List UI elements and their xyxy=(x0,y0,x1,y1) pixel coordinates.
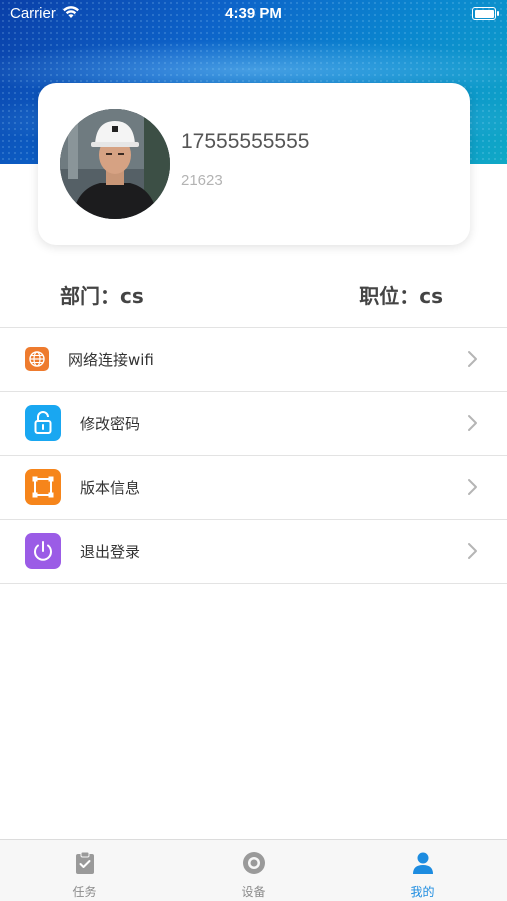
menu-label-logout: 退出登录 xyxy=(80,543,141,561)
power-icon xyxy=(25,533,61,569)
profile-card[interactable]: 17555555555 21623 xyxy=(38,83,470,245)
crop-frame-icon xyxy=(25,469,61,505)
menu-item-logout[interactable]: 退出登录 xyxy=(0,520,507,584)
menu-label-change-password: 修改密码 xyxy=(80,415,141,433)
globe-icon xyxy=(25,347,49,371)
user-phone: 17555555555 xyxy=(181,130,310,153)
tab-bar: 任务 设备 我的 xyxy=(0,839,507,901)
status-bar: Carrier 4:39 PM xyxy=(0,0,507,28)
device-icon xyxy=(243,852,265,874)
menu-item-change-password[interactable]: 修改密码 xyxy=(0,392,507,456)
chevron-right-icon xyxy=(468,543,477,559)
person-icon xyxy=(413,852,433,874)
user-id: 21623 xyxy=(181,172,223,189)
menu-item-wifi[interactable]: 网络连接wifi xyxy=(0,328,507,392)
chevron-right-icon xyxy=(468,351,477,367)
department-label: 部门：cs xyxy=(60,284,144,308)
tab-tasks[interactable]: 任务 xyxy=(0,840,169,901)
user-info-row: 部门：cs 职位：cs xyxy=(0,280,507,310)
battery-icon xyxy=(472,7,499,20)
settings-menu: 网络连接wifi 修改密码 版本信息 退出登录 xyxy=(0,327,507,584)
tab-mine[interactable]: 我的 xyxy=(338,840,507,901)
clipboard-icon xyxy=(76,851,94,874)
menu-label-version-info: 版本信息 xyxy=(80,479,141,497)
lock-icon xyxy=(25,405,61,441)
clock: 4:39 PM xyxy=(225,5,282,22)
avatar-image xyxy=(60,109,170,219)
chevron-right-icon xyxy=(468,415,477,431)
avatar[interactable] xyxy=(60,109,170,219)
position-label: 职位：cs xyxy=(359,284,443,308)
menu-label-wifi: 网络连接wifi xyxy=(68,351,154,369)
tab-label-devices: 设备 xyxy=(241,885,266,899)
tab-label-mine: 我的 xyxy=(410,885,435,899)
tab-label-tasks: 任务 xyxy=(72,885,97,899)
menu-item-version-info[interactable]: 版本信息 xyxy=(0,456,507,520)
chevron-right-icon xyxy=(468,479,477,495)
tab-devices[interactable]: 设备 xyxy=(169,840,338,901)
